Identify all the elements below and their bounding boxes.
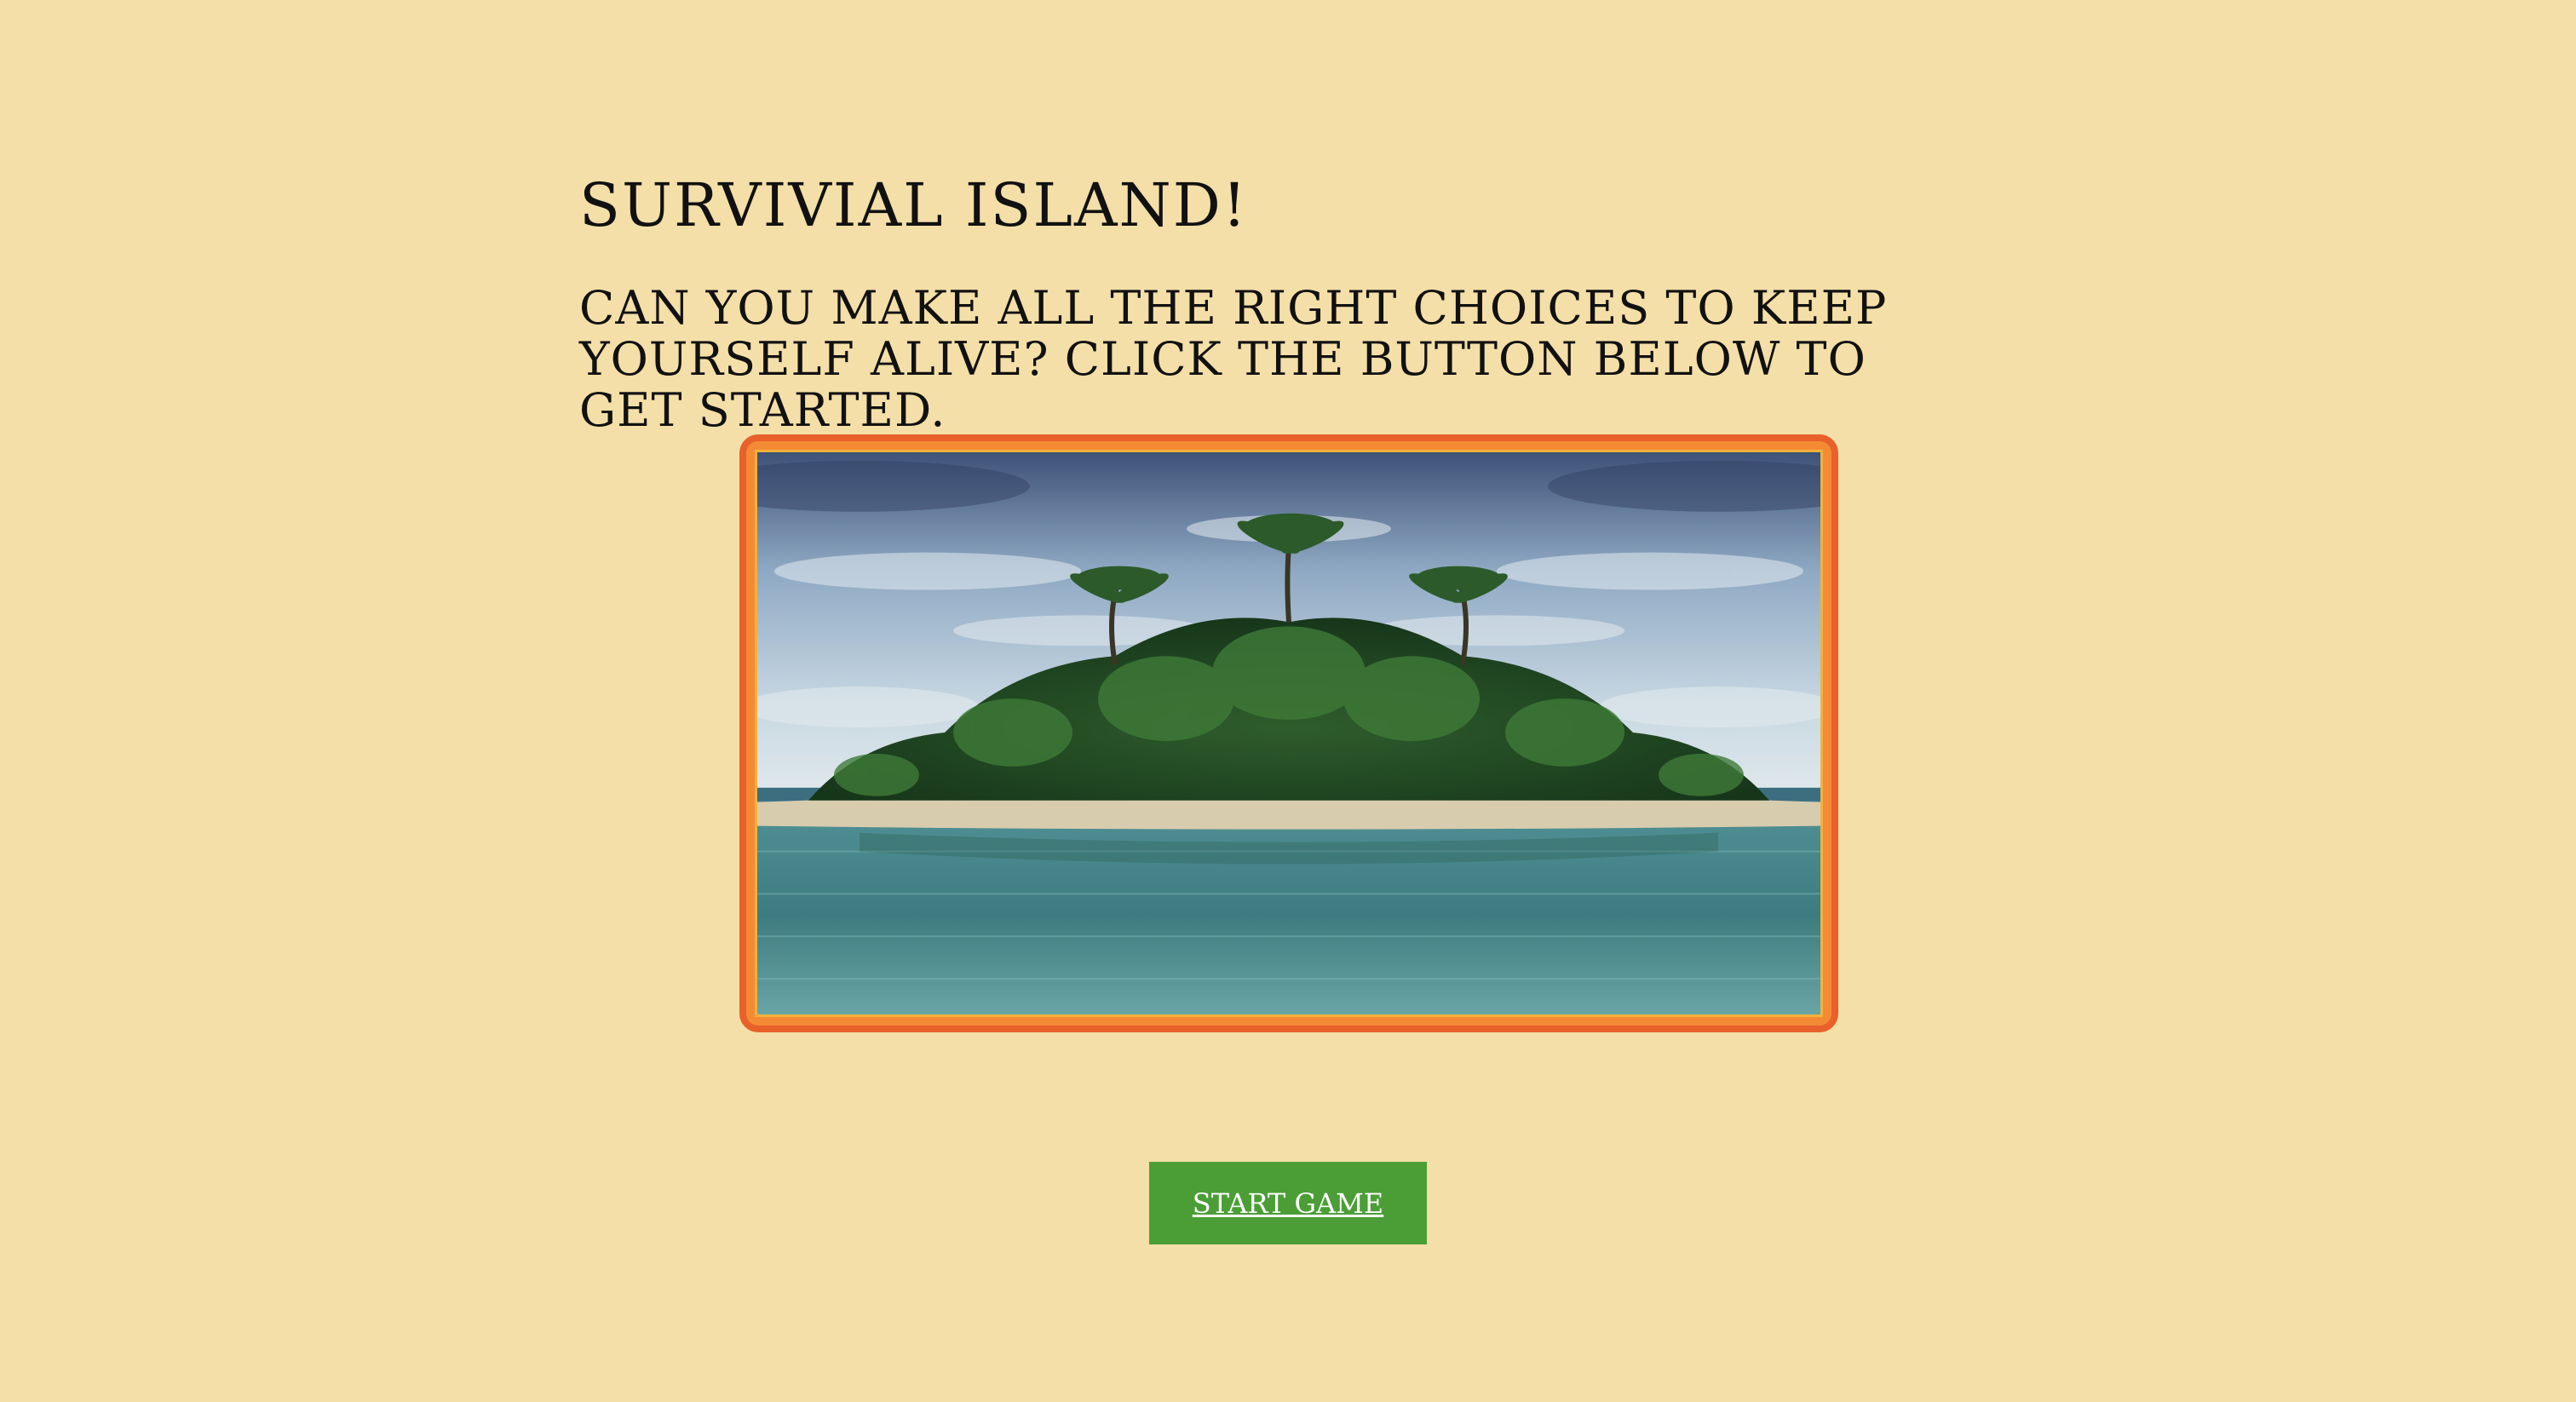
start-game-button[interactable]: START GAME — [1149, 1162, 1427, 1244]
island-image-frame — [739, 434, 1838, 1032]
tropical-island-image — [755, 450, 1823, 1017]
page-subtitle: CAN YOU MAKE ALL THE RIGHT CHOICES TO KE… — [579, 281, 1888, 437]
page-title: SURVIVIAL ISLAND! — [579, 170, 1248, 240]
